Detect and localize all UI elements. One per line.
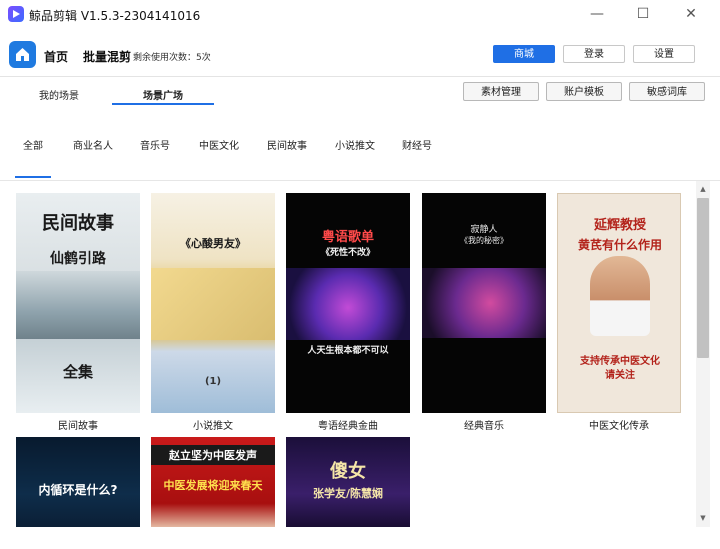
minimize-icon[interactable]: — <box>582 4 612 24</box>
home-icon[interactable] <box>9 41 36 68</box>
card-caption: 中医文化传承 <box>589 421 649 432</box>
category-business[interactable]: 商业名人 <box>73 137 113 152</box>
category-all[interactable]: 全部 <box>23 137 43 152</box>
window-bottom-edge <box>0 538 720 549</box>
card-title: 民间故事 <box>42 213 114 234</box>
scrollbar-thumb[interactable] <box>697 198 709 358</box>
card-image <box>286 268 410 340</box>
template-card-tcm[interactable]: 延辉教授 黄芪有什么作用 支持传承中医文化 请关注 <box>557 193 681 413</box>
tab-scene-plaza[interactable]: 场景广场 <box>143 87 183 102</box>
template-card-folk-story[interactable]: 民间故事 仙鹤引路 全集 <box>16 193 140 413</box>
card-subtitle: 《死性不改》 <box>320 248 375 258</box>
card-subtitle: 仙鹤引路 <box>50 251 106 267</box>
category-folk-story[interactable]: 民间故事 <box>267 137 307 152</box>
shop-button[interactable]: 商城 <box>493 45 555 63</box>
template-card-song-shanv[interactable]: 傻女 张学友/陈慧娴 <box>286 437 410 527</box>
card-title: 赵立坚为中医发声 <box>151 445 275 465</box>
login-button[interactable]: 登录 <box>563 45 625 63</box>
card-title: 《心酸男友》 <box>180 237 246 250</box>
card-subtitle: 《我的秘密》 <box>460 236 508 245</box>
active-tab-indicator <box>112 103 214 105</box>
template-card-tcm-news[interactable]: 赵立坚为中医发声 中医发展将迎来春天 <box>151 437 275 527</box>
scroll-up-icon[interactable]: ▲ <box>697 183 709 195</box>
card-caption: 小说推文 <box>193 421 233 432</box>
card-subtitle: 黄芪有什么作用 <box>577 238 662 252</box>
app-logo-icon <box>8 6 24 22</box>
card-slogan-2: 请关注 <box>605 370 635 381</box>
template-card-classic-music[interactable]: 寂静人 《我的秘密》 <box>422 193 546 413</box>
template-grid: 民间故事 仙鹤引路 全集 民间故事 《心酸男友》 (1) 小说推文 粤语歌单 《… <box>9 181 711 527</box>
card-caption: 民间故事 <box>58 421 98 432</box>
card-slogan: 支持传承中医文化 <box>580 356 660 367</box>
category-novel[interactable]: 小说推文 <box>335 137 375 152</box>
template-card-cantonese-songs[interactable]: 粤语歌单 《死性不改》 人天生根本都不可以 <box>286 193 410 413</box>
card-image <box>16 271 140 339</box>
nav-batch-mix[interactable]: 批量混剪 <box>83 48 131 65</box>
sensitive-words-button[interactable]: 敏感词库 <box>629 82 705 101</box>
card-lyric: 人天生根本都不可以 <box>307 346 389 356</box>
active-category-indicator <box>15 176 51 178</box>
category-music[interactable]: 音乐号 <box>140 137 170 152</box>
title-bar: 鲸品剪辑 V1.5.3-2304141016 — ☐ ✕ <box>0 0 720 30</box>
card-image <box>422 268 546 338</box>
card-tag: 全集 <box>62 363 93 381</box>
settings-button[interactable]: 设置 <box>633 45 695 63</box>
material-manage-button[interactable]: 素材管理 <box>463 82 539 101</box>
card-caption: 经典音乐 <box>464 421 504 432</box>
card-tag: (1) <box>204 376 222 387</box>
header-divider <box>0 76 720 77</box>
maximize-icon[interactable]: ☐ <box>628 4 658 24</box>
card-portrait <box>590 256 650 336</box>
remaining-count: 剩余使用次数：5次 <box>133 53 211 63</box>
template-card-finance[interactable]: 内循环是什么? <box>16 437 140 527</box>
card-subtitle: 张学友/陈慧娴 <box>312 487 384 500</box>
tab-my-scenes[interactable]: 我的场景 <box>39 87 79 102</box>
category-finance[interactable]: 财经号 <box>402 137 432 152</box>
scroll-down-icon[interactable]: ▼ <box>697 512 709 524</box>
card-title: 粤语歌单 <box>321 230 374 245</box>
card-caption: 粤语经典金曲 <box>318 421 378 432</box>
account-template-button[interactable]: 账户模板 <box>546 82 622 101</box>
card-title: 内循环是什么? <box>38 483 118 497</box>
card-title: 延辉教授 <box>593 218 646 233</box>
card-title: 傻女 <box>330 461 366 482</box>
card-title: 寂静人 <box>470 225 498 235</box>
close-icon[interactable]: ✕ <box>676 4 706 24</box>
template-card-novel[interactable]: 《心酸男友》 (1) <box>151 193 275 413</box>
category-tcm[interactable]: 中医文化 <box>199 137 239 152</box>
window-title: 鲸品剪辑 V1.5.3-2304141016 <box>29 9 201 23</box>
nav-home[interactable]: 首页 <box>44 48 68 65</box>
card-subtitle: 中医发展将迎来春天 <box>163 479 263 492</box>
card-image <box>151 268 275 340</box>
